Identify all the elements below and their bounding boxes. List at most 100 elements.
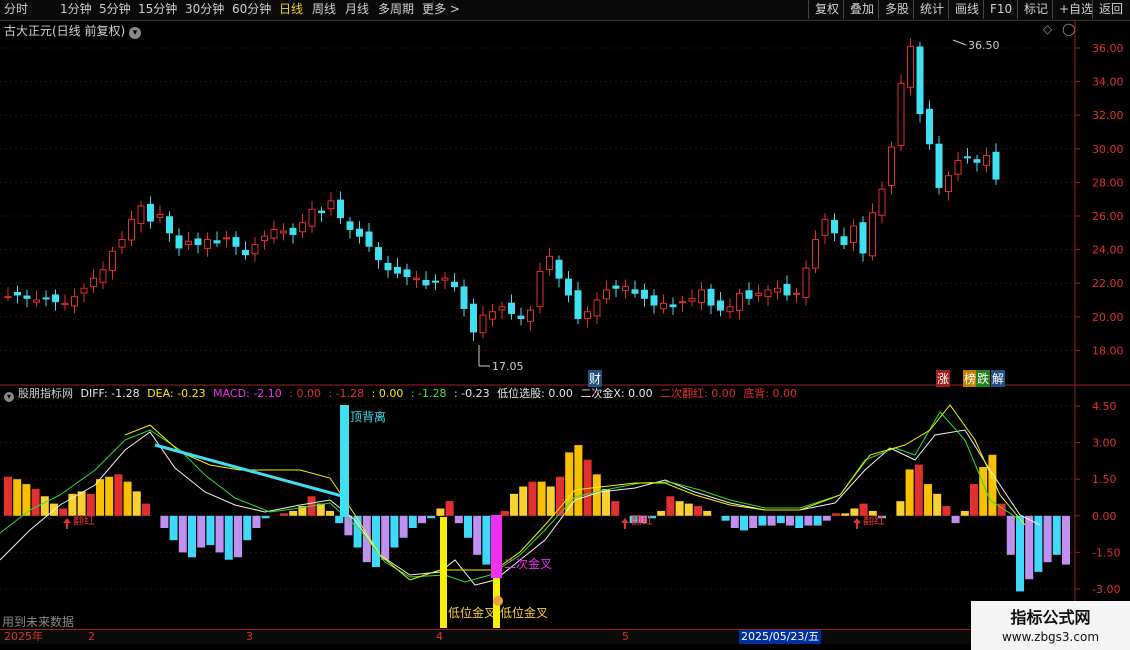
macd-bar (1062, 515, 1070, 565)
dea-value: DEA: -0.23 (147, 387, 206, 400)
candlesticks (4, 38, 1000, 341)
indicator-name[interactable]: 股朋指标网 (18, 387, 73, 400)
macd-bar (390, 515, 399, 548)
candle-body (42, 297, 50, 300)
value-2: : -1.28 (328, 387, 365, 400)
candle-body (261, 235, 268, 242)
macd-bar (215, 515, 224, 553)
candle-body (774, 287, 781, 293)
macd-bar (68, 493, 77, 516)
price-axis: 36.00 34.00 32.00 30.00 28.00 26.00 24.00 22.00… (1075, 42, 1124, 357)
candle-body (869, 212, 876, 257)
macd-bar (178, 515, 187, 553)
macd-bar (40, 496, 49, 516)
macd-bar (795, 515, 804, 528)
macd-tick-label: 1.50 (1092, 473, 1117, 486)
candle-body (593, 299, 601, 317)
macd-bar (418, 515, 426, 524)
candle-body (555, 259, 563, 279)
macd-bar (160, 515, 169, 528)
candle-body (992, 151, 1000, 180)
macd-bar (473, 515, 482, 555)
candle-body (137, 205, 145, 224)
macd-bar (436, 508, 445, 516)
candle-body (185, 240, 192, 246)
candle-body (983, 155, 990, 166)
macd-bar (611, 501, 620, 516)
fanhong-label-1: 翻红 (73, 513, 95, 527)
macd-bar (841, 513, 850, 516)
macd-bar (776, 515, 785, 524)
macd-bar (730, 515, 739, 528)
macd-bar (114, 474, 123, 516)
macd-bar (289, 510, 298, 516)
hand-cursor-icon (493, 596, 503, 606)
candle-body (527, 309, 534, 322)
candle-body (717, 300, 724, 311)
macd-bar (234, 515, 242, 558)
indicator-menu-icon[interactable]: ▾ (4, 388, 14, 402)
second-red-value: 二次翻红: 0.00 (660, 387, 736, 400)
macd-bar (960, 510, 969, 516)
low-golden-cross-label-2: 低位金叉 (500, 605, 548, 620)
date-label-mar: 3 (246, 630, 253, 643)
candle-body (280, 230, 287, 234)
indicator-header: 股朋指标网 DIFF: -1.28 DEA: -0.23 MACD: -2.10… (18, 385, 801, 403)
candle-body (470, 303, 477, 333)
price-tick-label: 18.00 (1092, 344, 1124, 357)
rise-badge[interactable]: 涨 (936, 370, 951, 387)
macd-bar (252, 515, 261, 528)
price-tick-label: 32.00 (1092, 109, 1124, 122)
price-tick-label: 24.00 (1092, 244, 1124, 257)
candle-body (166, 216, 173, 234)
macd-bar (31, 488, 40, 516)
price-tick-label: 28.00 (1092, 176, 1124, 189)
candle-body (498, 306, 506, 311)
macd-bar (592, 474, 601, 516)
candle-body (736, 292, 743, 311)
date-label-apr: 4 (436, 630, 443, 643)
macd-bar (77, 491, 86, 516)
macd-tick-label: 3.00 (1092, 437, 1117, 450)
candle-body (878, 188, 886, 216)
macd-bar (850, 508, 859, 516)
macd-tick-label: 0.00 (1092, 510, 1117, 523)
candle-body (631, 289, 639, 294)
candle-body (232, 237, 240, 247)
candle-body (897, 82, 905, 146)
value-4: : -1.28 (410, 387, 447, 400)
candle-body (755, 292, 762, 296)
macd-bar (464, 515, 472, 538)
candle-body (479, 314, 487, 334)
value-3: : 0.00 (371, 387, 404, 400)
macd-bar (767, 515, 776, 526)
candle-body (802, 267, 810, 298)
macd-bar (482, 515, 491, 565)
date-label-2025: 2025年 (4, 630, 43, 643)
candle-body (109, 250, 116, 271)
value-1: : 0.00 (289, 387, 321, 400)
candle-body (128, 218, 135, 241)
macd-bar (123, 481, 132, 516)
candle-body (61, 302, 69, 306)
macd-bar (786, 515, 794, 526)
date-label-feb: 2 (88, 630, 95, 643)
macd-bar (261, 515, 270, 519)
candle-body (973, 159, 981, 163)
low-select-value: 低位选股: 0.00 (497, 387, 573, 400)
candle-body (52, 294, 59, 303)
macd-bar (951, 515, 960, 524)
watermark: 指标公式网 www.zbgs3.com (971, 601, 1130, 650)
macd-bar (694, 506, 702, 516)
macd-value: MACD: -2.10 (213, 387, 282, 400)
rank-badge[interactable]: 榜 (963, 370, 978, 387)
macd-bar (510, 493, 518, 516)
macd-bar (721, 515, 730, 521)
unlock-badge[interactable]: 解 (991, 370, 1006, 387)
fall-badge[interactable]: 跌 (976, 370, 991, 387)
macd-bar (96, 479, 104, 516)
candle-body (451, 281, 458, 288)
macd-bar (537, 481, 546, 516)
candle-body (945, 175, 952, 193)
candle-body (745, 290, 753, 299)
